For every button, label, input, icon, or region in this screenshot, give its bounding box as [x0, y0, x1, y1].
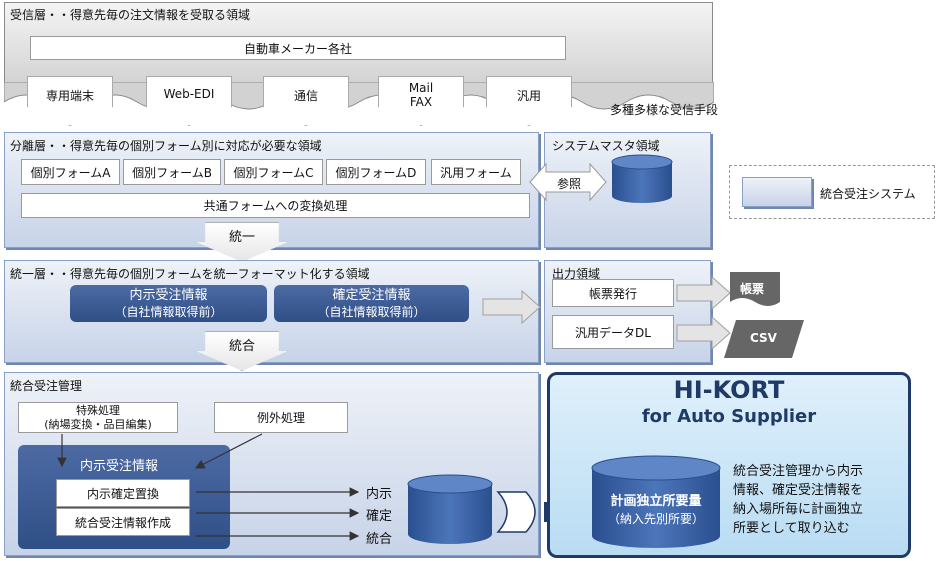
integrated-mgmt-title: 統合受注管理 — [10, 379, 83, 393]
report-output-label: 帳票 — [740, 282, 765, 296]
form-c: 個別フォームC — [224, 159, 323, 185]
to-output-arrow — [482, 290, 541, 324]
flow-label-confirmed: 確定 — [366, 509, 393, 524]
channel-label: 専用端末 — [45, 89, 94, 103]
flow-label-tentative: 内示 — [366, 487, 393, 502]
planning-db-main-label: 計画独立所要量 — [610, 494, 702, 509]
unify-arrow: 統一 — [196, 222, 288, 262]
receive-layer-title: 受信層・・得意先毎の注文情報を受取る領域 — [10, 8, 251, 22]
channels-caption: 多種多様な受信手段 — [610, 103, 719, 117]
output-report-issue: 帳票発行 — [552, 279, 674, 307]
hikort-subtitle: for Auto Supplier — [641, 406, 817, 427]
special-processing-line1: 特殊処理 — [76, 403, 120, 417]
unify-label: 統一 — [228, 230, 255, 245]
unified-layer-title: 統一層・・得意先毎の個別フォームを統一フォーマット化する領域 — [10, 267, 370, 281]
channel-label: 汎用 — [516, 89, 541, 103]
master-area-title: システムマスタ領域 — [552, 139, 660, 153]
tentative-order-info: 内示受注情報 （自社情報取得前） — [70, 285, 267, 322]
master-database-icon — [611, 154, 673, 203]
flow-label-integrated: 統合 — [366, 532, 393, 547]
customers-box: 自動車メーカー各社 — [30, 36, 566, 60]
channel-label-fax: FAX — [409, 95, 433, 109]
channel-label-mail: Mail — [408, 81, 434, 95]
hikort-title: HI-KORT — [673, 376, 785, 404]
legend-label: 統合受注システム — [820, 187, 916, 201]
tentative-order-sub: （自社情報取得前） — [114, 304, 223, 319]
order-database-icon — [407, 474, 493, 544]
form-general: 汎用フォーム — [431, 159, 521, 185]
form-b: 個別フォームB — [123, 159, 221, 185]
channel-label: Web-EDI — [163, 87, 215, 101]
tentative-order-main: 内示受注情報 — [129, 287, 208, 303]
hikort-description-line: 所要として取り込む — [733, 521, 850, 536]
planning-db-sub-label: （納入先別所要） — [607, 512, 704, 526]
confirmed-order-info: 確定受注情報 （自社情報取得前） — [274, 285, 469, 322]
reference-label: 参照 — [557, 177, 582, 191]
hikort-description-line: 統合受注管理から内示 — [733, 464, 864, 479]
conversion-box: 共通フォームへの変換処理 — [21, 193, 530, 218]
integrate-label: 統合 — [228, 339, 255, 354]
form-d: 個別フォームD — [326, 159, 426, 185]
hikort-description-line: 情報、確定受注情報を — [733, 483, 864, 498]
csv-output-label: CSV — [750, 331, 777, 345]
hikort-description-line: 納入場所毎に計画独立 — [733, 502, 864, 517]
legend-swatch — [742, 177, 812, 207]
separation-layer-title: 分離層・・得意先毎の個別フォーム別に対応が必要な領域 — [10, 139, 322, 153]
confirmed-order-main: 確定受注情報 — [332, 287, 411, 303]
confirmed-order-sub: （自社情報取得前） — [317, 304, 426, 319]
output-data-download: 汎用データDL — [552, 315, 674, 349]
integrate-arrow: 統合 — [196, 331, 288, 371]
channel-label: 通信 — [293, 89, 318, 103]
hikort-description: 統合受注管理から内示 情報、確定受注情報を 納入場所毎に計画独立 所要として取り… — [733, 462, 905, 538]
form-a: 個別フォームA — [21, 159, 120, 185]
